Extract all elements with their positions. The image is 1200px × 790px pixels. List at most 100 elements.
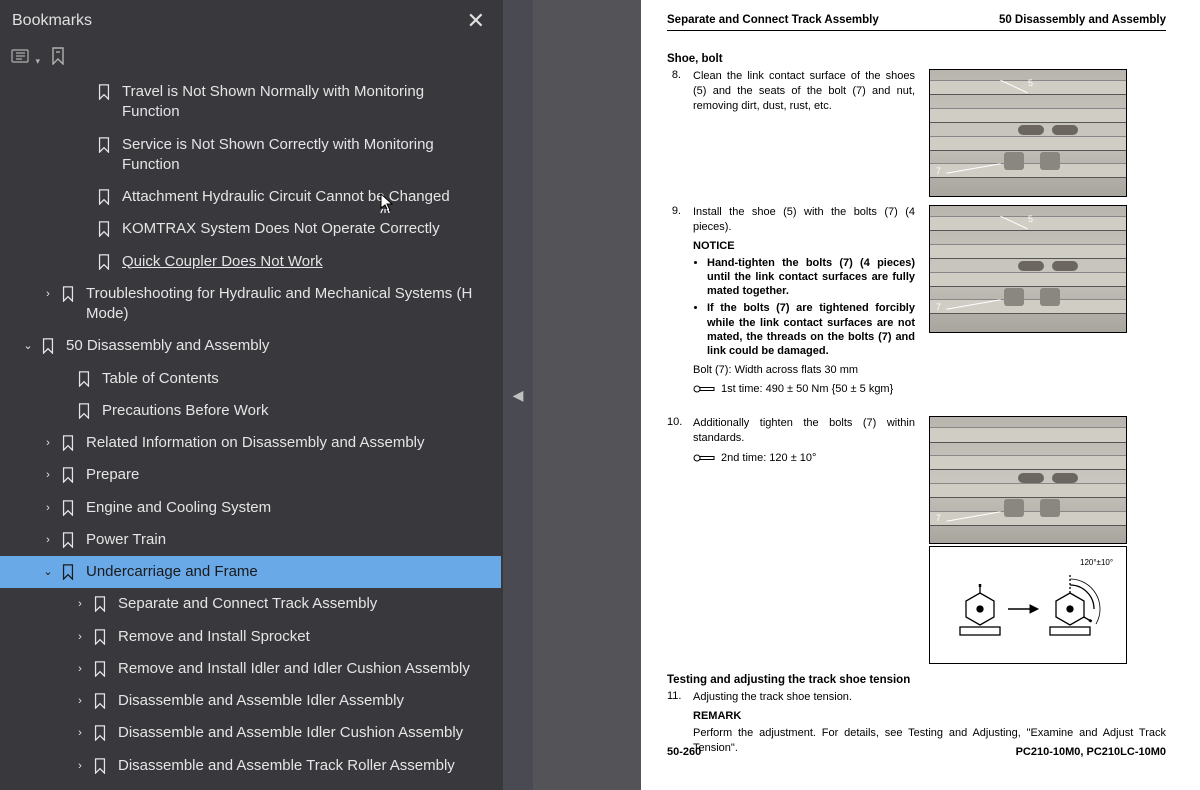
figure-step-8: 5 7 bbox=[929, 69, 1127, 197]
bookmark-label: Troubleshooting for Hydraulic and Mechan… bbox=[86, 284, 491, 325]
chevron-down-icon[interactable]: ⌄ bbox=[16, 339, 40, 354]
step-text: Install the shoe (5) with the bolts (7) … bbox=[693, 205, 915, 235]
bookmark-icon bbox=[92, 725, 108, 741]
page-header: Separate and Connect Track Assembly 50 D… bbox=[667, 14, 1166, 31]
bookmarks-header: Bookmarks ✕ bbox=[0, 0, 503, 42]
testing-title: Testing and adjusting the track shoe ten… bbox=[667, 674, 1166, 686]
chevron-right-icon[interactable]: › bbox=[68, 662, 92, 677]
bookmark-icon bbox=[92, 661, 108, 677]
chevron-right-icon[interactable]: › bbox=[36, 436, 60, 451]
step-text: Additionally tighten the bolts (7) withi… bbox=[693, 416, 915, 446]
bookmark-label: Attachment Hydraulic Circuit Cannot be C… bbox=[122, 187, 491, 207]
bookmark-icon bbox=[76, 403, 92, 419]
chevron-right-icon[interactable]: › bbox=[68, 759, 92, 774]
step-text: Adjusting the track shoe tension. bbox=[693, 690, 1166, 705]
bookmark-label: 50 Disassembly and Assembly bbox=[66, 336, 491, 356]
chevron-right-icon[interactable]: › bbox=[36, 468, 60, 483]
bookmark-icon bbox=[60, 564, 76, 580]
chevron-right-icon[interactable]: › bbox=[36, 287, 60, 302]
bookmark-label: Quick Coupler Does Not Work bbox=[122, 252, 491, 272]
step-8-block: 8. Clean the link contact surface of the… bbox=[667, 69, 1166, 197]
bookmark-label: Related Information on Disassembly and A… bbox=[86, 433, 491, 453]
chevron-right-icon[interactable]: › bbox=[68, 597, 92, 612]
bookmark-label: Separate and Connect Track Assembly bbox=[118, 594, 491, 614]
notice-item: If the bolts (7) are tightened forcibly … bbox=[707, 301, 915, 358]
document-page: Separate and Connect Track Assembly 50 D… bbox=[641, 0, 1200, 790]
bookmark-icon bbox=[92, 693, 108, 709]
chevron-right-icon[interactable]: › bbox=[36, 533, 60, 548]
options-icon[interactable] bbox=[10, 46, 30, 66]
bookmark-icon bbox=[40, 338, 56, 354]
page-footer: 50-260 PC210-10M0, PC210LC-10M0 bbox=[667, 746, 1166, 758]
viewer-background bbox=[533, 0, 641, 790]
chevron-right-icon[interactable]: › bbox=[68, 630, 92, 645]
bookmark-icon bbox=[96, 84, 112, 100]
bookmark-label: Disassemble and Assemble Idler Assembly bbox=[118, 691, 491, 711]
bookmarks-title: Bookmarks bbox=[12, 12, 92, 30]
bookmark-icon bbox=[96, 137, 112, 153]
find-bookmark-icon[interactable] bbox=[48, 46, 68, 66]
bookmark-item[interactable]: Quick Coupler Does Not Work bbox=[0, 246, 501, 278]
bookmark-item[interactable]: › Related Information on Disassembly and … bbox=[0, 427, 501, 459]
bookmark-item[interactable]: › Separate and Connect Track Assembly bbox=[0, 588, 501, 620]
collapse-arrow-icon: ◀ bbox=[513, 387, 524, 404]
step-number: 8. bbox=[667, 69, 681, 114]
bookmark-icon bbox=[92, 758, 108, 774]
bookmark-item[interactable]: Service is Not Shown Correctly with Moni… bbox=[0, 129, 501, 182]
bookmark-item[interactable]: Travel is Not Shown Normally with Monito… bbox=[0, 76, 501, 129]
bookmark-item[interactable]: ⌄Undercarriage and Frame bbox=[0, 556, 501, 588]
diagram-angle-label: 120°±10° bbox=[1080, 558, 1113, 567]
bookmark-label: Power Train bbox=[86, 530, 491, 550]
model-number: PC210-10M0, PC210LC-10M0 bbox=[1016, 746, 1166, 758]
bookmarks-panel: Bookmarks ✕ Travel is Not Shown Normally… bbox=[0, 0, 503, 790]
bookmark-item[interactable]: › Troubleshooting for Hydraulic and Mecha… bbox=[0, 278, 501, 331]
bookmark-item[interactable]: KOMTRAX System Does Not Operate Correctl… bbox=[0, 213, 501, 245]
bookmark-item[interactable]: › Disassemble and Assemble Track Roller A… bbox=[0, 750, 501, 782]
torque-wrench-icon bbox=[693, 449, 715, 468]
notice-label: NOTICE bbox=[693, 239, 915, 254]
notice-item: Hand-tighten the bolts (7) (4 pieces) un… bbox=[707, 256, 915, 299]
chevron-right-icon[interactable]: › bbox=[68, 694, 92, 709]
bookmark-item[interactable]: ›Prepare bbox=[0, 459, 501, 491]
angle-diagram: 120°±10° bbox=[929, 546, 1127, 664]
bookmark-item[interactable]: ›Remove and Install Idler and Idler Cush… bbox=[0, 653, 501, 685]
chevron-right-icon[interactable]: › bbox=[36, 501, 60, 516]
remark-label: REMARK bbox=[693, 709, 1166, 724]
header-left: Separate and Connect Track Assembly bbox=[667, 14, 879, 26]
torque-wrench-icon bbox=[693, 380, 715, 399]
section-title: Shoe, bolt bbox=[667, 53, 1166, 65]
bookmark-label: Table of Contents bbox=[102, 369, 491, 389]
chevron-right-icon[interactable]: › bbox=[68, 726, 92, 741]
step-number: 10. bbox=[667, 416, 681, 471]
bookmark-icon bbox=[92, 629, 108, 645]
bookmark-item[interactable]: › Power Train bbox=[0, 524, 501, 556]
bookmark-label: Engine and Cooling System bbox=[86, 498, 491, 518]
bookmark-item[interactable]: Precautions Before Work bbox=[0, 395, 501, 427]
figure-step-10: 7 bbox=[929, 416, 1127, 544]
panel-splitter[interactable]: ◀ bbox=[503, 0, 533, 790]
bookmark-item[interactable]: › Engine and Cooling System bbox=[0, 492, 501, 524]
bookmark-item[interactable]: › Remove and Install Sprocket bbox=[0, 621, 501, 653]
bookmark-label: Remove and Install Sprocket bbox=[118, 627, 491, 647]
bookmark-label: Service is Not Shown Correctly with Moni… bbox=[122, 135, 491, 176]
bookmarks-toolbar bbox=[0, 42, 503, 76]
step-text: Clean the link contact surface of the sh… bbox=[693, 69, 915, 114]
bookmark-item[interactable]: ›Disassemble and Assemble Idler Cushion … bbox=[0, 717, 501, 749]
torque-value: 1st time: 490 ± 50 Nm {50 ± 5 kgm} bbox=[721, 382, 893, 397]
bookmark-icon bbox=[60, 435, 76, 451]
bookmark-item[interactable]: Attachment Hydraulic Circuit Cannot be C… bbox=[0, 181, 501, 213]
bookmark-icon bbox=[60, 532, 76, 548]
bookmarks-tree[interactable]: Travel is Not Shown Normally with Monito… bbox=[0, 76, 503, 790]
bookmark-item[interactable]: › Disassemble and Assemble Idler Assembly bbox=[0, 685, 501, 717]
step-9-block: 9. Install the shoe (5) with the bolts (… bbox=[667, 205, 1166, 408]
bookmark-icon bbox=[60, 500, 76, 516]
bookmark-item[interactable]: ⌄ 50 Disassembly and Assembly bbox=[0, 330, 501, 362]
figure-step-9: 5 7 bbox=[929, 205, 1127, 333]
bookmark-icon bbox=[60, 286, 76, 302]
bookmark-item[interactable]: Table of Contents bbox=[0, 363, 501, 395]
bookmark-label: Disassemble and Assemble Track Roller As… bbox=[118, 756, 491, 776]
chevron-down-icon[interactable]: ⌄ bbox=[36, 565, 60, 580]
close-button[interactable]: ✕ bbox=[461, 8, 491, 34]
header-right: 50 Disassembly and Assembly bbox=[999, 14, 1166, 26]
bookmark-icon bbox=[96, 221, 112, 237]
